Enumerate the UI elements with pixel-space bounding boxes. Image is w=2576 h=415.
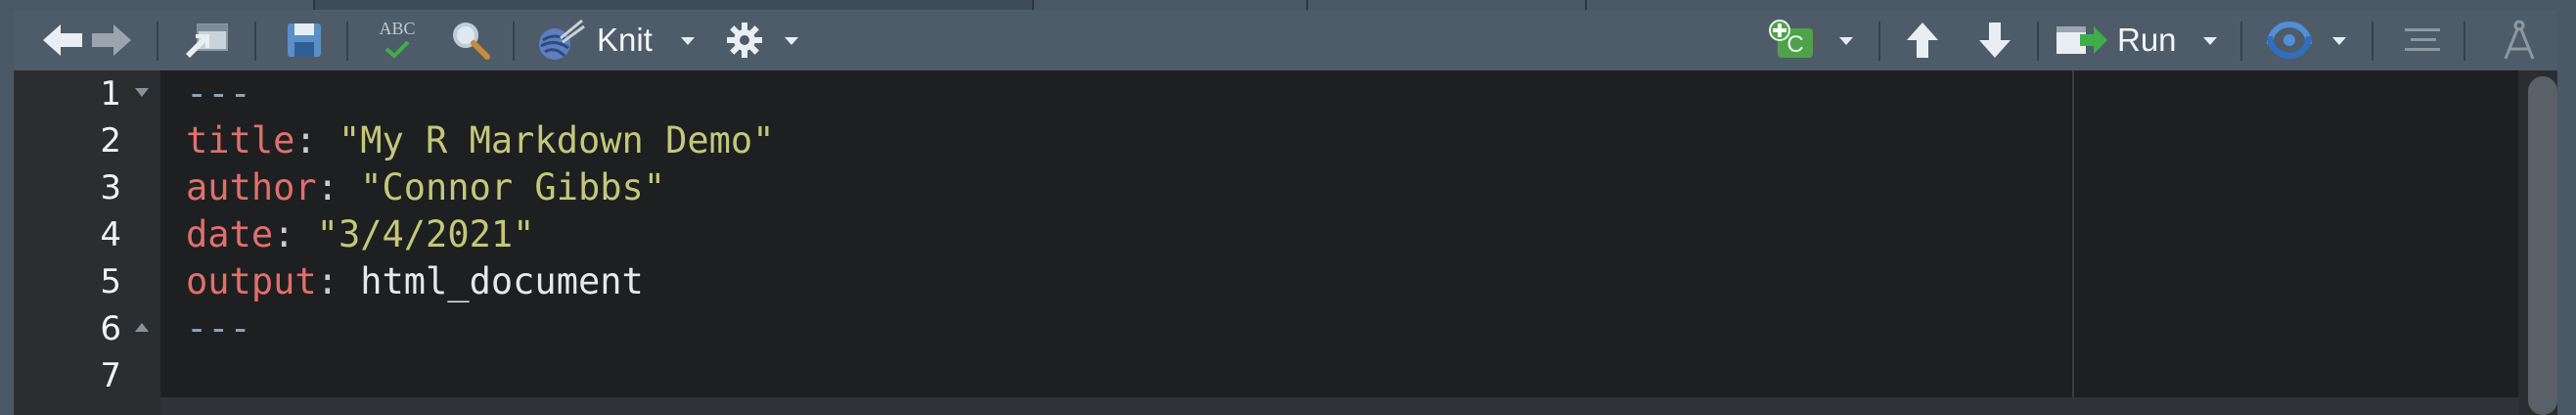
separator (2372, 22, 2373, 61)
line-number: 2 (100, 121, 121, 161)
settings-dropdown-chevron-icon[interactable] (785, 37, 798, 45)
code-line[interactable]: 1 --- (14, 70, 2518, 117)
active-tab[interactable] (313, 0, 1034, 10)
save-icon[interactable] (280, 10, 329, 70)
publish-icon[interactable] (2260, 10, 2319, 70)
code-line[interactable]: 2 title: "My R Markdown Demo" (14, 117, 2518, 164)
code-line[interactable]: 7 (14, 352, 2518, 399)
code-line[interactable]: 5 output: html_document (14, 258, 2518, 305)
code-token: : (316, 260, 361, 302)
line-number: 5 (100, 262, 121, 301)
code-token: date (186, 213, 274, 255)
back-arrow-icon[interactable] (39, 10, 86, 70)
line-number: 3 (100, 168, 121, 208)
separator (513, 22, 515, 61)
code-token: --- (186, 307, 251, 349)
find-replace-icon[interactable] (442, 10, 499, 70)
line-number: 7 (100, 356, 121, 395)
code-token: author (186, 166, 317, 208)
code-text: author: "Connor Gibbs" (186, 164, 665, 211)
code-token: html_document (360, 260, 644, 302)
insert-chunk-icon[interactable]: C (1765, 10, 1824, 70)
publish-dropdown-chevron-icon[interactable] (2332, 37, 2346, 45)
tab-divider (1585, 0, 1587, 10)
gear-icon[interactable] (720, 10, 769, 70)
next-section-down-arrow-icon[interactable] (1970, 10, 2019, 70)
editor-toolbar: ABC Knit C Run (14, 10, 2557, 72)
separator (346, 22, 348, 61)
previous-section-up-arrow-icon[interactable] (1898, 10, 1947, 70)
code-line[interactable]: 4 date: "3/4/2021" (14, 211, 2518, 258)
code-token: "Connor Gibbs" (360, 166, 666, 208)
separator (1878, 22, 1880, 61)
knit-button[interactable]: Knit (597, 22, 653, 59)
line-number: 4 (100, 215, 121, 254)
insert-chunk-dropdown-chevron-icon[interactable] (1839, 37, 1853, 45)
code-token: output (186, 260, 317, 302)
code-token: --- (186, 72, 251, 115)
code-text: output: html_document (186, 258, 644, 305)
visual-editor-compass-icon[interactable] (2495, 10, 2544, 70)
forward-arrow-icon[interactable] (88, 10, 135, 70)
code-text: date: "3/4/2021" (186, 211, 534, 258)
separator (254, 22, 256, 61)
code-token: title (186, 119, 295, 161)
code-line[interactable]: 3 author: "Connor Gibbs" (14, 164, 2518, 211)
vertical-scrollbar-thumb[interactable] (2528, 76, 2557, 415)
run-icon[interactable] (2053, 10, 2111, 70)
knit-icon[interactable] (530, 10, 589, 70)
code-token: "3/4/2021" (316, 213, 535, 255)
separator (2240, 22, 2242, 61)
code-token: : (316, 166, 361, 208)
spellcheck-label: ABC (379, 18, 416, 38)
show-in-new-window-icon[interactable] (180, 10, 235, 70)
code-text: --- (186, 305, 251, 352)
tab-strip (0, 0, 2576, 10)
code-text: title: "My R Markdown Demo" (186, 117, 774, 164)
separator (157, 22, 158, 61)
fold-toggle-icon[interactable] (135, 323, 149, 332)
partial-next-line (160, 397, 2518, 415)
code-line[interactable]: 6 --- (14, 305, 2518, 352)
run-dropdown-chevron-icon[interactable] (2203, 37, 2217, 45)
run-button[interactable]: Run (2117, 22, 2177, 59)
code-token: : (294, 119, 339, 161)
fold-toggle-icon[interactable] (135, 88, 149, 97)
code-text: --- (186, 70, 251, 117)
svg-text:C: C (1786, 31, 1803, 58)
code-token: "My R Markdown Demo" (338, 119, 775, 161)
line-number: 6 (100, 309, 121, 348)
separator (2037, 22, 2039, 61)
document-outline-icon[interactable] (2395, 10, 2450, 70)
code-token: : (273, 213, 317, 255)
tab-divider (1306, 0, 1308, 10)
separator (2463, 22, 2465, 61)
line-number: 1 (100, 74, 121, 114)
source-editor[interactable]: 1 --- 2 title: "My R Markdown Demo" 3 author:… (14, 70, 2557, 415)
spellcheck-icon[interactable]: ABC (368, 10, 427, 70)
knit-dropdown-chevron-icon[interactable] (681, 37, 695, 45)
